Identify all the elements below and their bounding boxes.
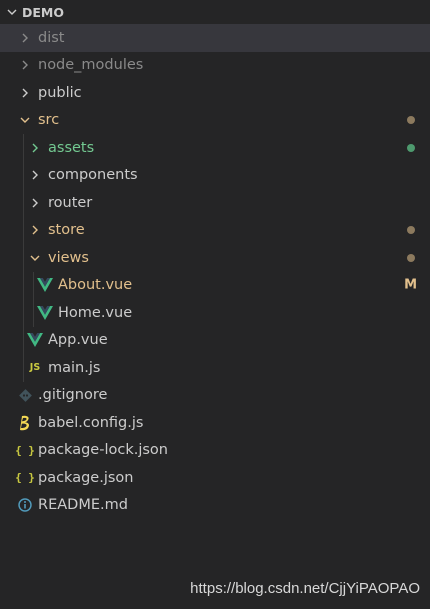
tree-item-label: main.js <box>48 359 101 376</box>
json-icon: { } <box>15 471 35 485</box>
tree-item-public[interactable]: public <box>0 79 430 107</box>
json-icon: { } <box>15 443 35 457</box>
chevron-right-icon <box>26 194 44 212</box>
tree-item-assets[interactable]: assets <box>0 134 430 162</box>
chevron-right-icon <box>26 139 44 157</box>
modified-dot <box>407 116 415 125</box>
tree-item-label: babel.config.js <box>38 414 144 431</box>
tree-item-label: public <box>38 84 82 101</box>
vue-icon <box>26 331 44 349</box>
tree-item-label: package.json <box>38 469 134 486</box>
tree-item-label: assets <box>48 139 95 156</box>
tree-item-label: App.vue <box>48 332 108 349</box>
tree-item-home-vue[interactable]: Home.vue <box>0 299 430 327</box>
tree-item-label: About.vue <box>58 277 133 294</box>
chevron-down-icon <box>26 249 44 267</box>
tree-item-label: dist <box>38 29 65 46</box>
tree-item-src[interactable]: src <box>0 107 430 135</box>
vue-icon <box>36 276 54 294</box>
tree-item-label: .gitignore <box>38 387 108 404</box>
tree-item-dist[interactable]: dist <box>0 24 430 52</box>
tree-item-babel-config[interactable]: babel.config.js <box>0 409 430 437</box>
tree-item-readme[interactable]: README.md <box>0 492 430 520</box>
tree-item-label: router <box>48 194 93 211</box>
explorer-title: DEMO <box>22 4 64 20</box>
file-tree: dist node_modules public src assets comp… <box>0 24 430 519</box>
tree-item-label: components <box>48 167 138 184</box>
tree-item-package-json[interactable]: { } package.json <box>0 464 430 492</box>
chevron-down-icon <box>4 4 20 20</box>
tree-item-label: store <box>48 222 85 239</box>
chevron-right-icon <box>16 56 34 74</box>
chevron-right-icon <box>16 29 34 47</box>
tree-item-main-js[interactable]: JS main.js <box>0 354 430 382</box>
tree-item-label: package-lock.json <box>38 442 168 459</box>
tree-item-views[interactable]: views <box>0 244 430 272</box>
tree-item-node-modules[interactable]: node_modules <box>0 52 430 80</box>
babel-icon <box>16 414 34 432</box>
tree-item-label: README.md <box>38 497 128 514</box>
js-icon: JS <box>29 362 41 374</box>
untracked-dot <box>407 143 415 152</box>
info-icon <box>16 496 34 514</box>
tree-item-components[interactable]: components <box>0 161 430 189</box>
tree-item-router[interactable]: router <box>0 189 430 217</box>
tree-item-app-vue[interactable]: App.vue <box>0 326 430 354</box>
chevron-right-icon <box>26 166 44 184</box>
explorer-section-header[interactable]: DEMO <box>0 0 430 24</box>
git-icon <box>16 386 34 404</box>
tree-item-label: Home.vue <box>58 304 133 321</box>
tree-item-about-vue[interactable]: About.vue M <box>0 271 430 299</box>
chevron-right-icon <box>26 221 44 239</box>
watermark-text: https://blog.csdn.net/CjjYiPAOPAO <box>190 580 420 597</box>
tree-item-package-lock-json[interactable]: { } package-lock.json <box>0 437 430 465</box>
tree-item-label: node_modules <box>38 57 144 74</box>
modified-dot <box>407 226 415 235</box>
chevron-right-icon <box>16 84 34 102</box>
vue-icon <box>36 304 54 322</box>
tree-item-label: views <box>48 249 89 266</box>
tree-item-store[interactable]: store <box>0 216 430 244</box>
tree-item-gitignore[interactable]: .gitignore <box>0 382 430 410</box>
modified-dot <box>407 253 415 262</box>
modified-badge: M <box>404 277 417 293</box>
chevron-down-icon <box>16 111 34 129</box>
tree-item-label: src <box>38 112 60 129</box>
